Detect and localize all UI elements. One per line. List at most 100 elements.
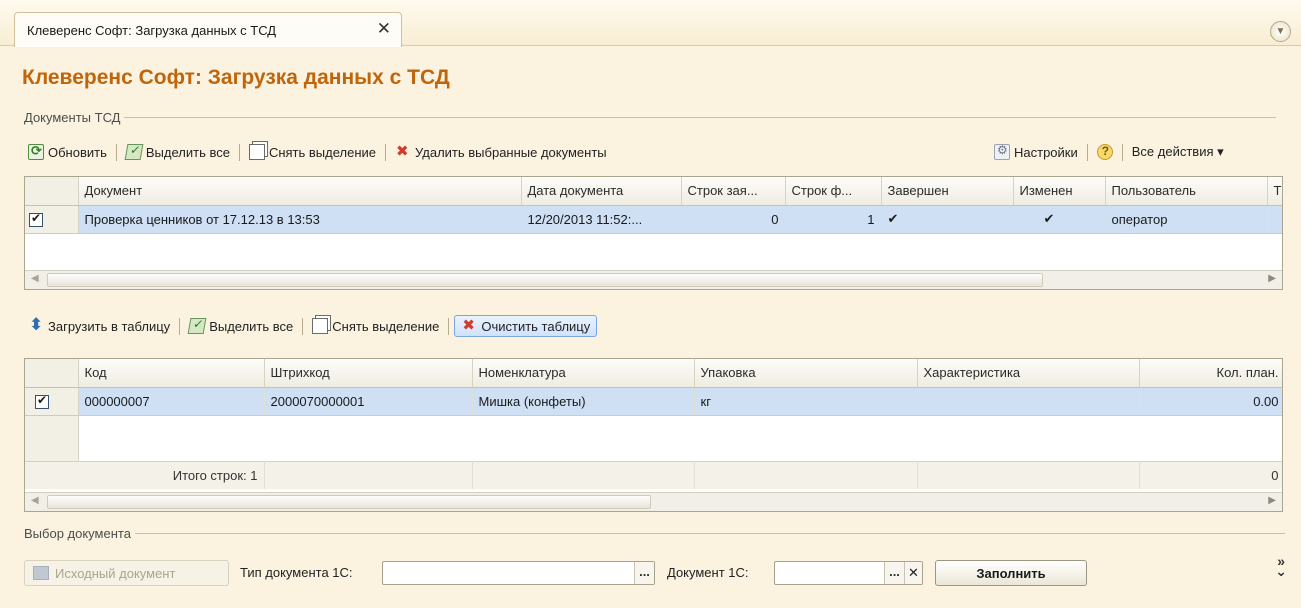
cell-nomenclature: Мишка (конфеты) <box>472 387 695 416</box>
load-to-table-button[interactable]: Загрузить в таблицу <box>24 315 174 336</box>
doc-type-label: Тип документа 1С: <box>240 565 353 580</box>
all-actions-button[interactable]: Все действия ▾ <box>1128 142 1228 162</box>
table-header: Документ Дата документа Строк зая... Стр… <box>25 177 1282 206</box>
clear-table-button[interactable]: Очистить таблицу <box>454 315 598 337</box>
column-header-check <box>25 359 79 388</box>
column-header-completed[interactable]: Завершен <box>881 177 1014 206</box>
deselect-button[interactable]: Снять выделение <box>245 142 380 162</box>
column-header-changed[interactable]: Изменен <box>1013 177 1106 206</box>
select-button-icon[interactable]: ... <box>634 562 654 584</box>
table-header: Код Штрихкод Номенклатура Упаковка Харак… <box>25 359 1282 388</box>
tab-active[interactable]: Клеверенс Софт: Загрузка данных с ТСД ✕ <box>14 12 402 47</box>
tab-title: Клеверенс Софт: Загрузка данных с ТСД <box>27 22 277 38</box>
doc-type-field[interactable]: ... <box>382 561 655 585</box>
column-header-code[interactable]: Код <box>78 359 265 388</box>
separator <box>1121 143 1123 161</box>
items-table[interactable]: Код Штрихкод Номенклатура Упаковка Харак… <box>24 358 1283 512</box>
docs-toolbar-right: Настройки Все действия ▾ <box>990 140 1228 164</box>
help-icon <box>1096 144 1113 160</box>
total-qty: 0 <box>1139 460 1282 489</box>
empty-row <box>25 415 1282 461</box>
help-button[interactable] <box>1093 142 1117 162</box>
cell-lines-actual: 1 <box>785 205 882 234</box>
docs-toolbar: Обновить Выделить все Снять выделение Уд… <box>24 140 611 164</box>
separator <box>1086 143 1088 161</box>
deselect-icon <box>312 318 329 334</box>
column-header-nomenclature[interactable]: Номенклатура <box>472 359 695 388</box>
cell-date: 12/20/2013 11:52:... <box>521 205 682 234</box>
column-header-package[interactable]: Упаковка <box>694 359 918 388</box>
source-document-button[interactable]: Исходный документ <box>24 560 229 586</box>
row-checkbox[interactable] <box>25 387 79 416</box>
group-label-docs: Документы ТСД <box>24 110 1277 125</box>
more-icon[interactable]: » ⌄ <box>1275 554 1287 578</box>
settings-icon <box>994 143 1010 160</box>
column-header-document[interactable]: Документ <box>78 177 522 206</box>
column-header-lines-actual[interactable]: Строк ф... <box>785 177 882 206</box>
column-header-date[interactable]: Дата документа <box>521 177 682 206</box>
select-all-button[interactable]: Выделить все <box>122 142 234 162</box>
checkbox-checked-icon[interactable] <box>29 211 43 227</box>
chevron-down-icon[interactable]: ▼ <box>1270 21 1291 42</box>
scroll-thumb[interactable] <box>47 273 1043 287</box>
clear-icon[interactable]: ✕ <box>904 562 922 584</box>
scroll-left-icon[interactable]: ◀ <box>31 495 39 506</box>
horizontal-scrollbar[interactable]: ◀ ▶ <box>25 492 1282 511</box>
scroll-left-icon[interactable]: ◀ <box>31 273 39 284</box>
cell-lines-requested: 0 <box>681 205 786 234</box>
items-deselect-button[interactable]: Снять выделение <box>308 316 443 336</box>
column-header-check <box>25 177 79 206</box>
divider <box>134 533 1285 534</box>
refresh-button[interactable]: Обновить <box>24 142 111 162</box>
doc-label: Документ 1С: <box>667 565 749 580</box>
cell-changed: ✔ <box>1013 205 1106 234</box>
cell-completed: ✔ <box>881 205 1014 234</box>
scroll-right-icon[interactable]: ▶ <box>1268 495 1276 506</box>
column-header-barcode[interactable]: Штрихкод <box>264 359 473 388</box>
delete-icon <box>395 142 411 160</box>
cell-package: кг <box>694 387 918 416</box>
cell-characteristic <box>917 387 1140 416</box>
table-row[interactable]: Проверка ценников от 17.12.13 в 13:53 12… <box>25 205 1282 234</box>
table-footer: Итого строк: 1 0 <box>25 460 1282 489</box>
divider <box>124 117 1277 118</box>
scroll-right-icon[interactable]: ▶ <box>1268 273 1276 284</box>
doc-field[interactable]: ... ✕ <box>774 561 923 585</box>
horizontal-scrollbar[interactable]: ◀ ▶ <box>25 270 1282 289</box>
docs-table[interactable]: Документ Дата документа Строк зая... Стр… <box>24 176 1283 290</box>
items-toolbar: Загрузить в таблицу Выделить все Снять в… <box>24 314 598 338</box>
delete-icon <box>461 316 477 334</box>
cell-qty-plan: 0.00 <box>1139 387 1282 416</box>
document-icon <box>33 566 49 580</box>
settings-button[interactable]: Настройки <box>990 142 1082 162</box>
column-header-qty-plan[interactable]: Кол. план. <box>1139 359 1282 388</box>
column-header-characteristic[interactable]: Характеристика <box>917 359 1140 388</box>
items-select-all-button[interactable]: Выделить все <box>185 316 297 336</box>
select-button-icon[interactable]: ... <box>884 562 904 584</box>
checkbox-checked-icon[interactable] <box>35 393 49 409</box>
cell-code: 000000007 <box>78 387 265 416</box>
cell-document: Проверка ценников от 17.12.13 в 13:53 <box>78 205 522 234</box>
column-header-tsd[interactable]: ТС <box>1267 177 1282 206</box>
separator <box>302 317 304 335</box>
deselect-icon <box>248 144 265 160</box>
table-row[interactable]: 000000007 2000070000001 Мишка (конфеты) … <box>25 387 1282 416</box>
separator <box>448 317 450 335</box>
close-icon[interactable]: ✕ <box>377 20 391 37</box>
separator <box>179 317 181 335</box>
row-checkbox[interactable] <box>25 205 79 234</box>
separator <box>115 143 117 161</box>
cell-user: оператор <box>1105 205 1268 234</box>
total-rows-label: Итого строк: 1 <box>25 460 265 489</box>
fill-button[interactable]: Заполнить <box>935 560 1087 586</box>
column-header-user[interactable]: Пользователь <box>1105 177 1268 206</box>
column-header-lines-requested[interactable]: Строк зая... <box>681 177 786 206</box>
scroll-thumb[interactable] <box>47 495 651 509</box>
cell-tsd <box>1267 205 1282 234</box>
select-all-icon <box>187 318 207 334</box>
refresh-icon <box>28 143 44 160</box>
cell-barcode: 2000070000001 <box>264 387 473 416</box>
delete-selected-button[interactable]: Удалить выбранные документы <box>391 142 611 162</box>
separator <box>238 143 240 161</box>
separator <box>385 143 387 161</box>
